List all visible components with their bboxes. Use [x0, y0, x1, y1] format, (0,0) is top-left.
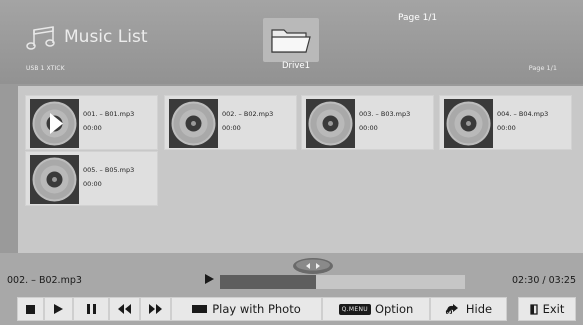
- fast-forward-button[interactable]: [140, 297, 171, 321]
- folder-label: Drive1: [281, 61, 311, 71]
- music-disc-icon: [444, 99, 493, 148]
- pause-icon: [86, 304, 96, 314]
- storage-source-label: USB 1 XTICK: [26, 64, 65, 72]
- music-file-card[interactable]: 001. – B01.mp3 00:00: [25, 95, 158, 150]
- back-key-icon: [445, 304, 458, 314]
- music-note-icon: [26, 26, 55, 50]
- music-file-card[interactable]: 003. – B03.mp3 00:00: [301, 95, 434, 150]
- music-disc-icon: [30, 155, 79, 204]
- music-file-card[interactable]: 002. – B02.mp3 00:00: [164, 95, 297, 150]
- exit-button[interactable]: Exit: [518, 297, 576, 321]
- file-name: 004. – B04.mp3: [497, 110, 549, 118]
- page-title: Music List: [64, 27, 148, 47]
- music-disc-icon: [30, 99, 79, 148]
- progress-bar[interactable]: [220, 275, 465, 289]
- file-duration: 00:00: [497, 124, 516, 132]
- header: Music List USB 1 XTICK Page 1/1 Page 1/1…: [0, 0, 583, 84]
- control-bar: Play with Photo Q.MENU Option Hide Exit: [0, 297, 583, 325]
- music-file-card[interactable]: 005. – B05.mp3 00:00: [25, 151, 158, 206]
- player-panel: 002. – B02.mp3 02:30 / 03:25 Play with P…: [0, 253, 583, 325]
- file-duration: 00:00: [359, 124, 378, 132]
- option-button[interactable]: Q.MENU Option: [322, 297, 430, 321]
- exit-label: Exit: [542, 302, 565, 316]
- page-indicator: Page 1/1: [528, 64, 557, 72]
- music-disc-icon: [306, 99, 355, 148]
- rewind-button[interactable]: [109, 297, 140, 321]
- play-with-photo-label: Play with Photo: [212, 302, 301, 316]
- fast-forward-icon: [149, 304, 162, 314]
- seek-handle-icon[interactable]: [291, 257, 335, 275]
- current-file-name: 002. – B02.mp3: [7, 275, 82, 286]
- stop-icon: [26, 304, 35, 314]
- file-duration: 00:00: [222, 124, 241, 132]
- progress-fill: [220, 275, 316, 289]
- pause-button[interactable]: [73, 297, 109, 321]
- hide-label: Hide: [465, 302, 493, 316]
- file-name: 003. – B03.mp3: [359, 110, 411, 118]
- page-indicator-top: Page 1/1: [398, 13, 438, 23]
- music-disc-icon: [169, 99, 218, 148]
- file-duration: 00:00: [83, 180, 102, 188]
- play-with-photo-button[interactable]: Play with Photo: [171, 297, 322, 321]
- folder-icon: [271, 29, 311, 53]
- time-display: 02:30 / 03:25: [512, 275, 576, 286]
- music-file-card[interactable]: 004. – B04.mp3 00:00: [439, 95, 572, 150]
- file-duration: 00:00: [83, 124, 102, 132]
- file-name: 005. – B05.mp3: [83, 166, 135, 174]
- play-icon: [54, 304, 63, 314]
- play-button[interactable]: [44, 297, 73, 321]
- file-name: 001. – B01.mp3: [83, 110, 135, 118]
- file-name: 002. – B02.mp3: [222, 110, 274, 118]
- folder-button[interactable]: [263, 18, 319, 62]
- hide-button[interactable]: Hide: [430, 297, 507, 321]
- stop-button[interactable]: [17, 297, 44, 321]
- red-key-icon: [192, 305, 208, 313]
- exit-icon: [529, 303, 538, 315]
- option-label: Option: [374, 302, 414, 316]
- play-status-icon: [205, 274, 214, 284]
- qmenu-key-icon: Q.MENU: [338, 303, 371, 315]
- rewind-icon: [118, 304, 131, 314]
- music-file-grid: 001. – B01.mp3 00:00 002. – B02.mp3 00:00 00…: [18, 86, 583, 253]
